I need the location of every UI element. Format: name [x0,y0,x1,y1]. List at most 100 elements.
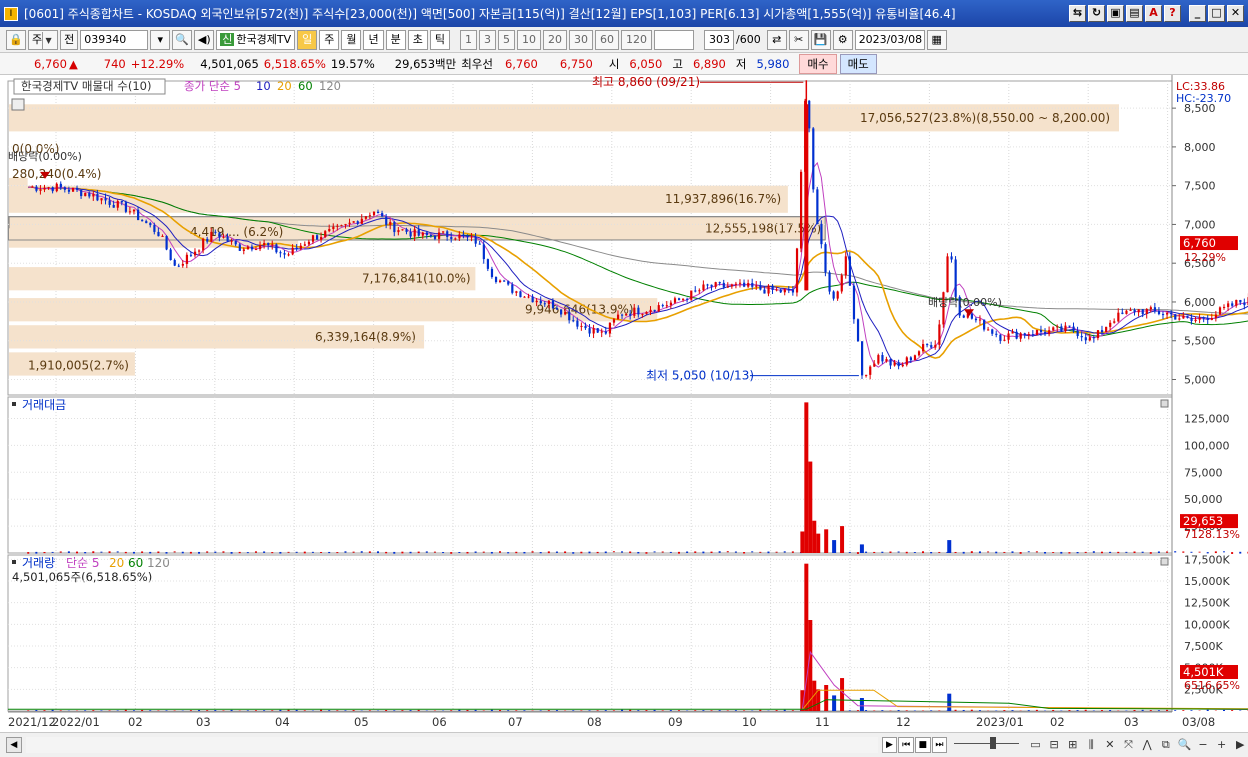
titlebar-controls: ⇆ ↻ ▣ ▤ A ? _ □ ✕ [1069,5,1244,22]
gear-icon[interactable]: ⚙ [832,29,853,50]
interval-30[interactable]: 30 [568,29,593,50]
candle-body [499,280,502,282]
candle-body [1161,314,1165,316]
volume-bar [385,710,388,711]
volume-bar [466,709,469,711]
period-week[interactable]: 주 [319,29,340,50]
buy-button[interactable]: 매수 [799,53,837,74]
candle-body [987,329,990,331]
amount-bar [368,551,371,553]
interval-60[interactable]: 60 [594,29,619,50]
interval-1[interactable]: 1 [459,29,477,50]
zoom-icon[interactable]: 🔍 [1177,737,1193,753]
stop-icon[interactable]: ■ [914,737,931,753]
amount-spike-bar [840,526,845,553]
window-tool-icon[interactable]: ▭ [1028,737,1044,753]
amount-bar [1076,551,1079,554]
cross-tool-icon[interactable]: ✕ [1102,737,1118,753]
screenshot-icon[interactable]: ⧉ [1158,737,1174,753]
search-icon[interactable]: 🔍 [172,29,193,50]
layout-icon[interactable]: ▣ [1107,5,1124,22]
period-second[interactable]: 초 [407,29,428,50]
volume-bar [856,710,859,711]
period-month[interactable]: 월 [341,29,362,50]
pan-tool-icon[interactable]: ⤧ [1121,737,1137,753]
candle-body [771,285,774,291]
amount-spike-bar [832,540,837,553]
amount-bar [588,551,591,554]
rewind-icon[interactable]: ⏮ [898,737,914,753]
period-tick[interactable]: 틱 [429,29,450,50]
calendar-icon[interactable]: ▦ [926,29,947,50]
candle-body [381,213,384,217]
minimize-button[interactable]: _ [1189,5,1206,22]
interval-3[interactable]: 3 [478,29,496,50]
zoom-slider[interactable] [954,737,1019,749]
speaker-icon[interactable]: ◀) [194,29,215,50]
date-input[interactable]: 2023/03/08 [854,29,925,50]
close-button[interactable]: ✕ [1227,5,1244,22]
scroll-track[interactable] [25,737,878,753]
stock-chart[interactable]: 17,056,527(23.8%)(8,550.00 ~ 8,200.00) 11… [0,75,1248,732]
period-day[interactable]: 일 [297,29,318,50]
split-tool-icon[interactable]: ⊟ [1046,737,1062,753]
interval-120[interactable]: 120 [620,29,652,50]
candle-body [653,309,656,312]
period-minute[interactable]: 분 [385,29,406,50]
interval-5[interactable]: 5 [497,29,515,50]
scroll-right-icon[interactable]: ▶ [1232,737,1248,753]
x-axis-label: 08 [587,715,602,729]
help-icon[interactable]: ? [1164,5,1181,22]
volume-bar [572,710,575,711]
bar-tool-icon[interactable]: ⫼ [1084,737,1100,753]
config-icon[interactable]: ▤ [1126,5,1143,22]
refresh-icon[interactable]: ↻ [1088,5,1105,22]
link-icon[interactable]: ⇆ [1069,5,1086,22]
candle-body [202,238,205,251]
sell-button[interactable]: 매도 [839,53,877,74]
lock-icon[interactable]: 🔒 [6,29,26,50]
amount-bar [1125,551,1128,553]
volume-bar [783,709,786,711]
code-dropdown-icon[interactable]: ▾ [150,29,171,50]
font-icon[interactable]: A [1145,5,1162,22]
candle-body [222,236,225,238]
volume-bar [417,709,420,711]
amount-bar [848,551,851,553]
candle-body [592,328,595,334]
candle-body [1092,337,1096,339]
volume-bar [905,710,908,711]
volume-bar [108,710,111,711]
interval-10[interactable]: 10 [516,29,541,50]
candle-body [128,211,132,213]
chart-canvas[interactable]: 17,056,527(23.8%)(8,550.00 ~ 8,200.00) 11… [0,75,1248,732]
tool-icon[interactable]: ✂ [788,29,809,50]
candle-body [535,300,538,303]
type-select[interactable]: 전 [60,29,79,50]
swap-icon[interactable]: ⇄ [766,29,787,50]
stock-name-field[interactable]: 신 한국경제TV [216,29,296,50]
candle-body [230,240,233,242]
interval-20[interactable]: 20 [542,29,567,50]
amount-bar [149,551,152,554]
code-input[interactable]: 039340 [80,29,149,50]
forward-icon[interactable]: ⏭ [931,737,948,753]
market-select[interactable]: 주 ▼ [28,29,59,50]
magnet-tool-icon[interactable]: ⋀ [1139,737,1155,753]
zoom-knob[interactable] [990,737,997,749]
save-icon[interactable]: 💾 [810,29,831,50]
zoom-in-icon[interactable]: + [1214,737,1230,753]
volume-bar [157,710,160,711]
open-label: 시 [608,56,620,71]
maximize-button[interactable]: □ [1208,5,1225,22]
amount-bar [433,551,436,553]
volume-tick-label: 10,000K [1184,618,1230,631]
interval-custom-input[interactable] [653,29,694,50]
play-icon[interactable]: ▶ [881,737,898,753]
stack-tool-icon[interactable]: ⊞ [1065,737,1081,753]
period-year[interactable]: 년 [363,29,384,50]
count-input[interactable]: 303 [703,29,734,50]
zoom-out-icon[interactable]: − [1195,737,1211,753]
volume-bar [1174,710,1177,711]
scroll-left-icon[interactable]: ◀ [6,737,22,753]
